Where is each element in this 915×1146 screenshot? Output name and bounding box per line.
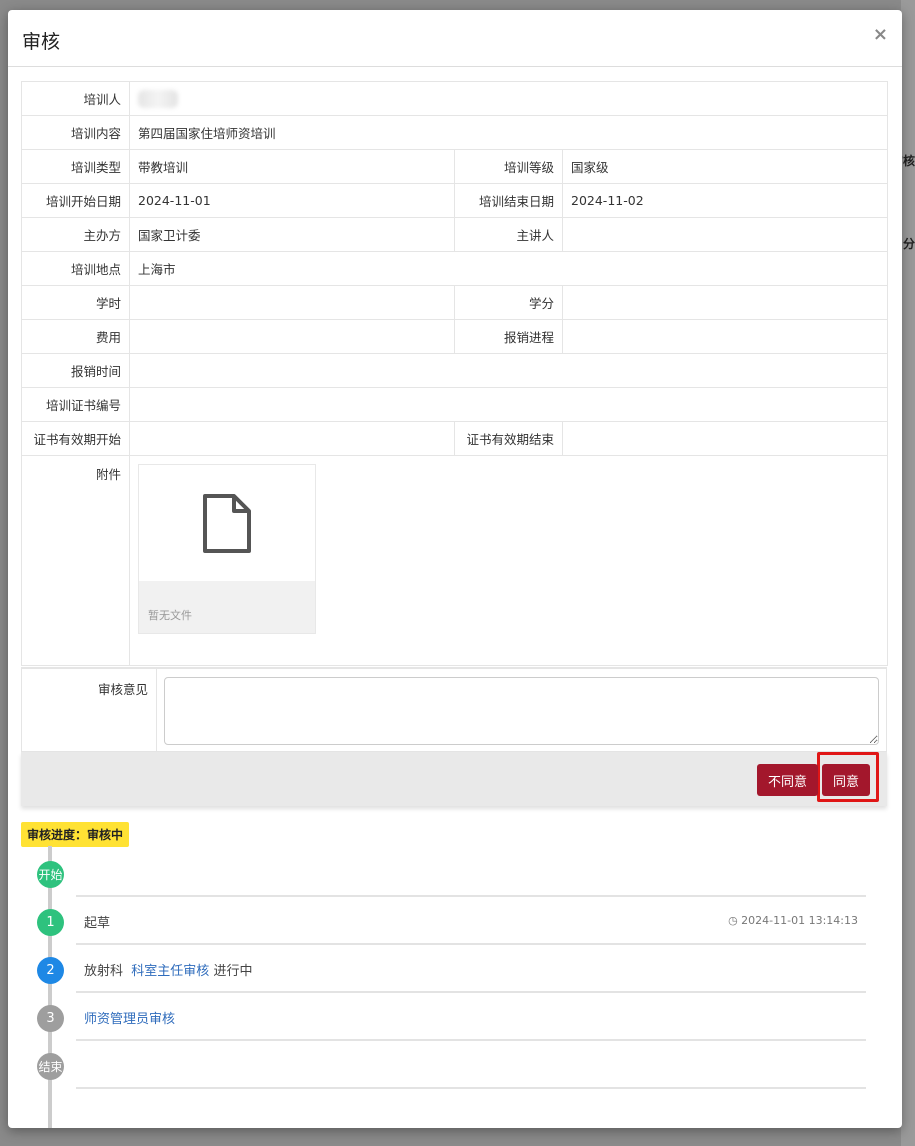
level-label: 培训等级	[454, 149, 563, 184]
file-icon-area	[139, 465, 315, 582]
opinion-textarea[interactable]	[164, 677, 879, 745]
opinion-label: 审核意见	[22, 669, 157, 751]
organizer-value: 国家卫计委	[129, 217, 455, 252]
start-date-label: 培训开始日期	[21, 183, 130, 218]
speaker-label: 主讲人	[454, 217, 563, 252]
modal-header: 审核 ×	[8, 10, 902, 67]
timeline-end-node: 结束	[37, 1053, 64, 1080]
trainee-label: 培训人	[21, 81, 130, 116]
speaker-value	[562, 217, 888, 252]
end-date-label: 培训结束日期	[454, 183, 563, 218]
attachment-label: 附件	[21, 455, 130, 666]
content-label: 培训内容	[21, 115, 130, 150]
step-2-text: 放射科 科室主任审核 进行中	[84, 960, 252, 979]
timeline-end-box	[76, 1043, 866, 1089]
reimburse-time-label: 报销时间	[21, 353, 130, 388]
cert-end-label: 证书有效期结束	[454, 421, 563, 456]
agree-button[interactable]: 同意	[822, 764, 870, 796]
cert-start-label: 证书有效期开始	[21, 421, 130, 456]
background-text: 分	[902, 237, 915, 251]
opinion-row: 审核意见	[21, 667, 887, 752]
timeline-node-3: 3	[37, 1005, 64, 1032]
modal-title: 审核	[22, 31, 61, 53]
progress-badge: 审核进度：审核中	[21, 822, 130, 847]
step-1-text: 起草	[84, 916, 111, 931]
attachment-card[interactable]: 暂无文件	[138, 464, 316, 634]
timeline-step-1: 起草 ◷ 2024-11-01 13:14:13	[76, 899, 866, 945]
hours-value	[129, 285, 455, 320]
type-value: 带教培训	[129, 149, 455, 184]
blurred-name	[138, 89, 178, 108]
attachment-caption: 暂无文件	[139, 581, 315, 633]
background-page	[901, 0, 915, 1146]
step-3-link[interactable]: 师资管理员审核	[84, 1008, 175, 1027]
content-value: 第四届国家住培师资培训	[129, 115, 888, 150]
credit-value	[562, 285, 888, 320]
reimburse-time-value	[129, 353, 888, 388]
reimburse-progress-value	[562, 319, 888, 354]
step-1-time-value: 2024-11-01 13:14:13	[741, 914, 858, 927]
timeline-line	[48, 846, 52, 1128]
timeline-step-2: 放射科 科室主任审核 进行中	[76, 947, 866, 993]
location-label: 培训地点	[21, 251, 130, 286]
timeline-node-1: 1	[37, 909, 64, 936]
timeline-start-node: 开始	[37, 861, 64, 888]
fee-value	[129, 319, 455, 354]
trainee-value	[129, 81, 888, 116]
organizer-label: 主办方	[21, 217, 130, 252]
training-info-table: 培训人 培训内容 第四届国家住培师资培训 培训类型 带教培训 培训等级 国家级 …	[21, 81, 888, 666]
end-date-value: 2024-11-02	[562, 183, 888, 218]
fee-label: 费用	[21, 319, 130, 354]
close-icon[interactable]: ×	[873, 24, 888, 45]
cert-no-label: 培训证书编号	[21, 387, 130, 422]
step-2-link[interactable]: 科室主任审核	[131, 964, 209, 979]
credit-label: 学分	[454, 285, 563, 320]
file-icon	[203, 493, 251, 553]
action-bar: 不同意 同意	[21, 752, 887, 806]
no-file-text: 暂无文件	[148, 609, 192, 622]
timeline-step-3: 师资管理员审核	[76, 995, 866, 1041]
review-modal: 审核 × 培训人 培训内容 第四届国家住培师资培训 培训类型 带教培训 培训等级…	[8, 10, 902, 1128]
location-value: 上海市	[129, 251, 888, 286]
step-2-dept: 放射科	[84, 964, 124, 979]
step-1-time: ◷ 2024-11-01 13:14:13	[728, 914, 858, 927]
level-value: 国家级	[562, 149, 888, 184]
cert-end-value	[562, 421, 888, 456]
step-2-status: 进行中	[213, 964, 253, 979]
reimburse-progress-label: 报销进程	[454, 319, 563, 354]
hours-label: 学时	[21, 285, 130, 320]
timeline-node-2: 2	[37, 957, 64, 984]
timeline-start-box	[76, 851, 866, 897]
start-date-value: 2024-11-01	[129, 183, 455, 218]
attachment-cell: 暂无文件	[129, 455, 888, 666]
reject-button[interactable]: 不同意	[757, 764, 818, 796]
cert-no-value	[129, 387, 888, 422]
type-label: 培训类型	[21, 149, 130, 184]
cert-start-value	[129, 421, 455, 456]
